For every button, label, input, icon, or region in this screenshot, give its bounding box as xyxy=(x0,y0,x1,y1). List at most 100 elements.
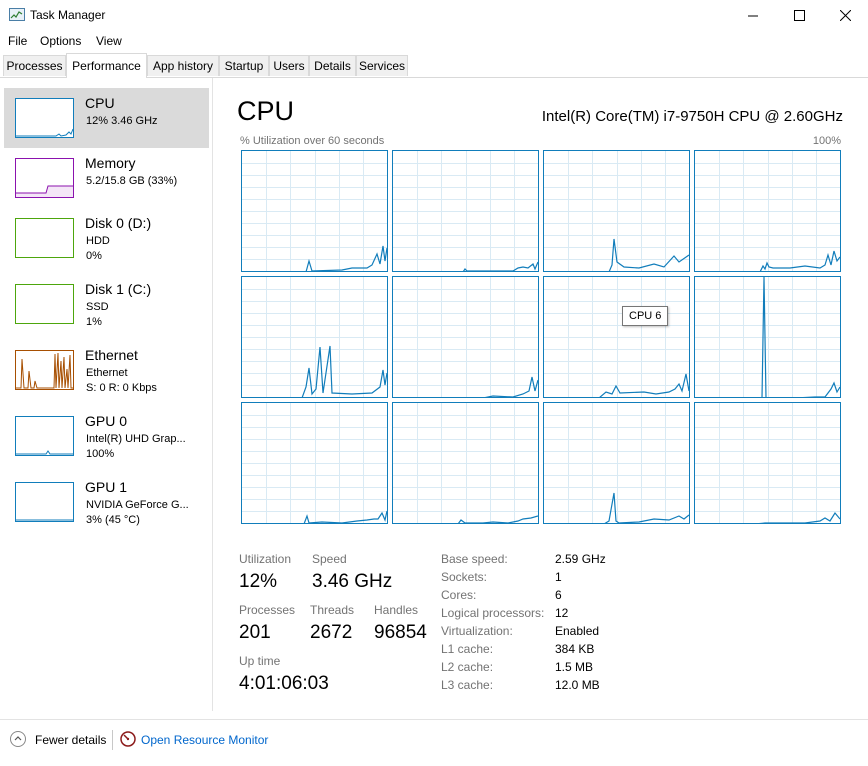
tab-app-history[interactable]: App history xyxy=(147,55,219,76)
cpu-11-graph[interactable] xyxy=(694,402,841,524)
sidebar-item-title: CPU xyxy=(85,95,115,111)
spec-label: Sockets: xyxy=(441,570,488,584)
threads-value: 2672 xyxy=(310,622,353,643)
cpu-utilization-line xyxy=(695,151,840,271)
maximize-button[interactable] xyxy=(776,0,822,31)
spec-value: Enabled xyxy=(555,624,600,638)
cpu-utilization-line xyxy=(393,151,538,271)
cpu-utilization-line xyxy=(544,151,689,271)
tab-details[interactable]: Details xyxy=(309,55,356,76)
cpu-utilization-line xyxy=(544,277,689,397)
sidebar-divider xyxy=(212,78,213,711)
spec-label: Base speed: xyxy=(441,552,508,566)
sidebar-item-title: Disk 1 (C:) xyxy=(85,281,152,297)
threads-label: Threads xyxy=(310,603,355,617)
sidebar-item-gpu-1[interactable]: GPU 1 NVIDIA GeForce G... 3% (45 °C) xyxy=(4,472,209,532)
utilization-max-label: 100% xyxy=(812,135,841,147)
cpu-4-graph[interactable] xyxy=(241,276,388,398)
cpu-8-graph[interactable] xyxy=(241,402,388,524)
gpu-1-thumbnail-graph xyxy=(15,482,74,522)
resource-monitor-icon[interactable] xyxy=(120,731,136,747)
sidebar-item-memory[interactable]: Memory 5.2/15.8 GB (33%) xyxy=(4,148,209,208)
handles-label: Handles xyxy=(374,603,419,617)
close-icon xyxy=(839,10,851,21)
spec-value: 12.0 MB xyxy=(555,678,600,692)
tab-performance[interactable]: Performance xyxy=(66,53,147,78)
minimize-icon xyxy=(747,15,758,17)
fewer-details-button[interactable]: Fewer details xyxy=(35,733,106,747)
menu-options[interactable]: Options xyxy=(40,34,81,48)
speed-value: 3.46 GHz xyxy=(312,571,393,592)
cpu-utilization-line xyxy=(242,277,387,397)
cpu-7-graph[interactable] xyxy=(694,276,841,398)
menu-file[interactable]: File xyxy=(8,34,27,48)
cpu-graph-tooltip: CPU 6 xyxy=(622,306,669,326)
tab-services[interactable]: Services xyxy=(356,55,408,76)
spec-label: Virtualization: xyxy=(441,624,513,638)
utilization-value: 12% xyxy=(239,571,278,592)
sidebar-item-detail: SSD xyxy=(86,301,109,313)
cpu-utilization-line xyxy=(393,277,538,397)
sidebar-item-detail: Ethernet xyxy=(86,367,128,379)
cpu-3-graph[interactable] xyxy=(694,150,841,272)
tab-processes[interactable]: Processes xyxy=(3,55,66,76)
tab-startup[interactable]: Startup xyxy=(219,55,269,76)
cpu-1-graph[interactable] xyxy=(392,150,539,272)
sidebar-item-title: GPU 1 xyxy=(85,479,128,495)
sidebar-item-detail: 5.2/15.8 GB (33%) xyxy=(86,175,178,187)
spec-value: 2.59 GHz xyxy=(555,552,606,566)
uptime-label: Up time xyxy=(239,654,281,668)
sidebar-item-value: 0% xyxy=(86,250,102,262)
menu-view[interactable]: View xyxy=(96,34,122,48)
spec-label: L1 cache: xyxy=(441,642,494,656)
ethernet-thumbnail-graph xyxy=(15,350,74,390)
sidebar-item-cpu[interactable]: CPU 12% 3.46 GHz xyxy=(4,88,209,148)
cpu-model-name: Intel(R) Core(TM) i7-9750H CPU @ 2.60GHz xyxy=(541,108,843,125)
task-manager-icon xyxy=(9,8,25,21)
speed-label: Speed xyxy=(312,552,347,566)
spec-value: 384 KB xyxy=(555,642,595,656)
open-resource-monitor-link[interactable]: Open Resource Monitor xyxy=(141,733,268,747)
sidebar-item-detail: HDD xyxy=(86,235,110,247)
cpu-9-graph[interactable] xyxy=(392,402,539,524)
close-button[interactable] xyxy=(822,0,868,31)
footer-divider xyxy=(112,730,113,750)
sidebar-item-value: 3% (45 °C) xyxy=(86,514,140,526)
spec-value: 12 xyxy=(555,606,569,620)
cpu-2-graph[interactable] xyxy=(543,150,690,272)
maximize-icon xyxy=(793,10,805,21)
cpu-10-graph[interactable] xyxy=(543,402,690,524)
processes-label: Processes xyxy=(239,603,296,617)
window-title: Task Manager xyxy=(30,8,106,22)
sidebar-item-detail: Intel(R) UHD Grap... xyxy=(86,433,186,445)
spec-label: L3 cache: xyxy=(441,678,494,692)
sidebar-item-title: Ethernet xyxy=(85,347,138,363)
disk-1-thumbnail-graph xyxy=(15,284,74,324)
spec-value: 1 xyxy=(555,570,562,584)
handles-value: 96854 xyxy=(374,622,427,643)
cpu-utilization-line xyxy=(695,277,840,397)
cpu-utilization-line xyxy=(544,403,689,523)
cpu-0-graph[interactable] xyxy=(241,150,388,272)
sidebar-item-title: Disk 0 (D:) xyxy=(85,215,152,231)
cpu-6-graph[interactable] xyxy=(543,276,690,398)
memory-thumbnail-graph xyxy=(15,158,74,198)
uptime-value: 4:01:06:03 xyxy=(239,673,329,694)
sidebar-item-ethernet[interactable]: Ethernet Ethernet S: 0 R: 0 Kbps xyxy=(4,340,209,400)
sidebar-item-value: 1% xyxy=(86,316,102,328)
utilization-label: Utilization xyxy=(239,552,292,566)
sidebar-item-value: S: 0 R: 0 Kbps xyxy=(86,382,157,394)
cpu-utilization-line xyxy=(393,403,538,523)
cpu-utilization-line xyxy=(242,151,387,271)
sidebar-item-disk-1[interactable]: Disk 1 (C:) SSD 1% xyxy=(4,274,209,334)
spec-label: Cores: xyxy=(441,588,477,602)
sidebar-item-gpu-0[interactable]: GPU 0 Intel(R) UHD Grap... 100% xyxy=(4,406,209,466)
cpu-thumbnail-graph xyxy=(15,98,74,138)
cpu-utilization-line xyxy=(695,403,840,523)
utilization-graph-label: % Utilization over 60 seconds xyxy=(240,135,385,147)
tab-users[interactable]: Users xyxy=(269,55,309,76)
chevron-up-icon[interactable] xyxy=(10,731,26,747)
minimize-button[interactable] xyxy=(730,0,776,31)
cpu-5-graph[interactable] xyxy=(392,276,539,398)
sidebar-item-disk-0[interactable]: Disk 0 (D:) HDD 0% xyxy=(4,208,209,268)
